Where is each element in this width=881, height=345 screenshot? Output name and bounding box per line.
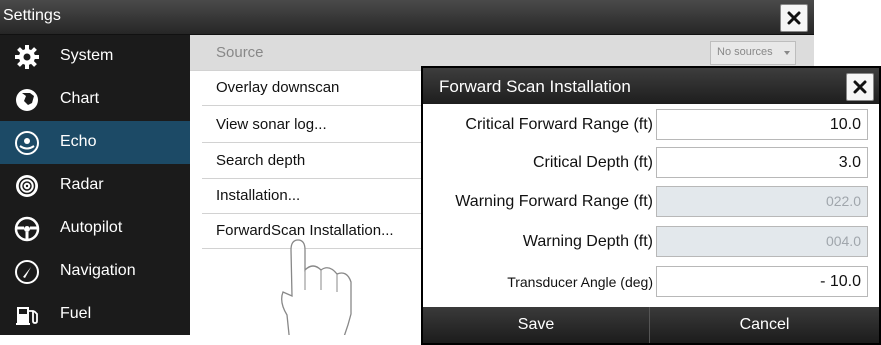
touch-hand-icon: [281, 239, 352, 335]
field-row-critical-forward-range: Critical Forward Range (ft) 10.0: [423, 107, 879, 145]
field-row-warning-depth: Warning Depth (ft) 004.0: [423, 224, 879, 262]
source-select[interactable]: No sources: [710, 41, 796, 65]
menu-item-label: Overlay downscan: [216, 79, 340, 96]
critical-forward-range-input[interactable]: 10.0: [656, 109, 868, 140]
field-label: Warning Forward Range (ft): [455, 193, 653, 210]
settings-titlebar: Settings: [0, 0, 814, 35]
sidebar-item-label: System: [60, 47, 114, 64]
settings-close-button[interactable]: [780, 4, 808, 32]
sidebar-item-fuel[interactable]: Fuel: [0, 293, 190, 335]
transducer-angle-input[interactable]: - 10.0: [656, 266, 868, 297]
gear-icon: [15, 45, 39, 69]
chevron-down-icon: [784, 51, 790, 55]
warning-depth-input: 004.0: [656, 226, 868, 257]
sidebar-item-radar[interactable]: Radar: [0, 164, 190, 207]
critical-depth-input[interactable]: 3.0: [656, 147, 868, 178]
close-icon: [787, 11, 801, 25]
sidebar-item-label: Autopilot: [60, 219, 123, 236]
field-label: Warning Depth (ft): [522, 233, 653, 250]
chart-icon: [16, 89, 38, 111]
warning-forward-range-input: 022.0: [656, 186, 868, 217]
close-icon: [853, 80, 867, 94]
sidebar-item-echo[interactable]: Echo: [0, 121, 190, 164]
menu-item-label: Source: [216, 44, 264, 61]
dialog-titlebar: Forward Scan Installation: [423, 68, 879, 104]
menu-item-label: Search depth: [216, 152, 306, 169]
save-button[interactable]: Save: [423, 307, 650, 343]
dialog-title: Forward Scan Installation: [439, 77, 631, 96]
sidebar-item-system[interactable]: System: [0, 35, 190, 78]
sidebar-item-navigation[interactable]: Navigation: [0, 250, 190, 293]
menu-item-label: View sonar log...: [216, 116, 327, 133]
dialog-close-button[interactable]: [846, 73, 874, 101]
field-row-transducer-angle: Transducer Angle (deg) - 10.0: [423, 264, 879, 302]
compass-icon: [15, 260, 39, 284]
sidebar-item-autopilot[interactable]: Autopilot: [0, 207, 190, 250]
dialog-body: Critical Forward Range (ft) 10.0 Critica…: [423, 104, 879, 307]
sidebar-item-label: Echo: [60, 133, 97, 150]
fuel-pump-icon: [16, 307, 38, 325]
source-select-value: No sources: [717, 46, 773, 58]
dialog-footer: Save Cancel: [423, 307, 879, 343]
sidebar-item-label: Radar: [60, 176, 104, 193]
echo-icon: [15, 131, 39, 155]
forward-scan-installation-dialog: Forward Scan Installation Critical Forwa…: [421, 66, 881, 345]
settings-title: Settings: [3, 7, 61, 24]
radar-icon: [16, 175, 38, 197]
field-row-critical-depth: Critical Depth (ft) 3.0: [423, 145, 879, 183]
field-label: Critical Depth (ft): [532, 154, 653, 171]
sidebar: System Chart Echo Radar Autopilot Naviga…: [0, 35, 190, 335]
sidebar-item-label: Navigation: [60, 262, 136, 279]
sidebar-item-label: Chart: [60, 90, 100, 107]
field-label: Critical Forward Range (ft): [465, 116, 653, 133]
field-label: Transducer Angle (deg): [507, 274, 653, 290]
steering-wheel-icon: [14, 216, 40, 242]
sidebar-item-label: Fuel: [60, 305, 92, 322]
field-row-warning-forward-range: Warning Forward Range (ft) 022.0: [423, 184, 879, 222]
cancel-button[interactable]: Cancel: [650, 307, 879, 343]
sidebar-item-chart[interactable]: Chart: [0, 78, 190, 121]
menu-item-label: Installation...: [216, 187, 301, 204]
